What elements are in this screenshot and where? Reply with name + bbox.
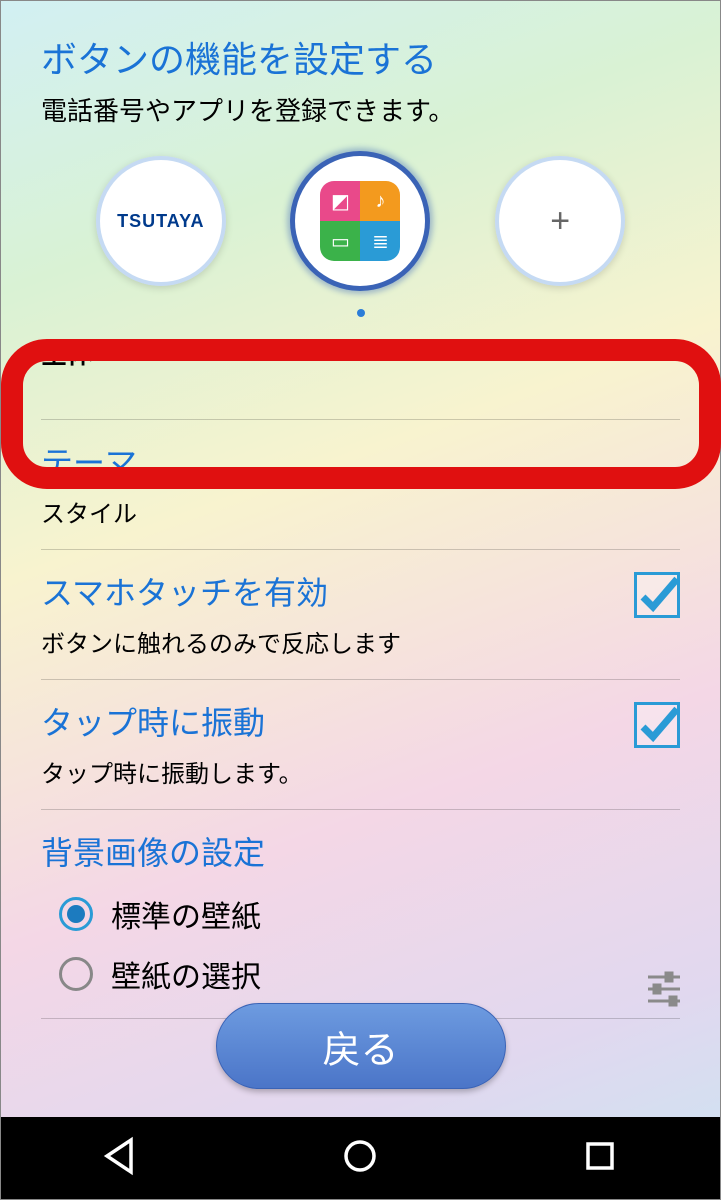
row-touch[interactable]: スマホタッチを有効 ボタンに触れるのみで反応します xyxy=(41,549,680,679)
row-vibrate[interactable]: タップ時に振動 タップ時に振動します。 xyxy=(41,679,680,809)
page-indicator xyxy=(41,304,680,322)
row-vibrate-subtitle: タップ時に振動します。 xyxy=(41,754,680,789)
page-title: ボタンの機能を設定する xyxy=(41,31,680,83)
row-touch-title: スマホタッチを有効 xyxy=(41,568,680,614)
checkbox-vibrate[interactable] xyxy=(634,702,680,748)
check-icon xyxy=(637,705,677,745)
row-vibrate-title: タップ時に振動 xyxy=(41,698,680,744)
row-theme-title: テーマ xyxy=(41,438,680,484)
settings-list: テーマ スタイル スマホタッチを有効 ボタンに触れるのみで反応します タップ時に… xyxy=(41,419,680,1019)
tile-doc-icon: ≣ xyxy=(360,221,400,261)
row-background-title: 背景画像の設定 xyxy=(41,828,680,874)
back-button[interactable]: 戻る xyxy=(216,1003,506,1089)
sliders-icon[interactable] xyxy=(642,965,686,1014)
checkbox-touch[interactable] xyxy=(634,572,680,618)
app-tiles-icon: ◩ ♪ ▭ ≣ xyxy=(320,181,400,261)
row-theme[interactable]: テーマ スタイル xyxy=(41,419,680,549)
radio-option-select-label: 壁紙の選択 xyxy=(111,952,261,996)
radio-option-default[interactable]: 標準の壁紙 xyxy=(41,884,680,944)
nav-recent-icon[interactable] xyxy=(578,1134,622,1183)
row-theme-subtitle: スタイル xyxy=(41,494,680,529)
shortcut-slot-3-add[interactable]: + xyxy=(495,156,625,286)
radio-checked-icon xyxy=(59,897,93,931)
nav-back-icon[interactable] xyxy=(99,1134,143,1183)
section-label: 全体 xyxy=(41,334,680,371)
nav-home-icon[interactable] xyxy=(338,1134,382,1183)
radio-unchecked-icon xyxy=(59,957,93,991)
row-touch-subtitle: ボタンに触れるのみで反応します xyxy=(41,624,680,659)
shortcut-row: TSUTAYA ◩ ♪ ▭ ≣ + xyxy=(41,156,680,286)
tile-folder-icon: ▭ xyxy=(320,221,360,261)
page-subtitle: 電話番号やアプリを登録できます。 xyxy=(41,91,680,128)
shortcut-slot-2[interactable]: ◩ ♪ ▭ ≣ xyxy=(295,156,425,286)
settings-screen: ボタンの機能を設定する 電話番号やアプリを登録できます。 TSUTAYA ◩ ♪… xyxy=(0,0,721,1200)
tile-music-icon: ♪ xyxy=(360,181,400,221)
plus-icon: + xyxy=(550,202,570,241)
shortcut-slot-1[interactable]: TSUTAYA xyxy=(96,156,226,286)
background-radio-group: 標準の壁紙 壁紙の選択 xyxy=(41,884,680,1004)
tile-photo-icon: ◩ xyxy=(320,181,360,221)
shortcut-1-label: TSUTAYA xyxy=(117,211,204,232)
content-area: ボタンの機能を設定する 電話番号やアプリを登録できます。 TSUTAYA ◩ ♪… xyxy=(1,1,720,1019)
radio-option-select[interactable]: 壁紙の選択 xyxy=(41,944,680,1004)
check-icon xyxy=(637,575,677,615)
radio-option-default-label: 標準の壁紙 xyxy=(111,892,261,936)
android-navbar xyxy=(1,1117,720,1199)
row-background: 背景画像の設定 標準の壁紙 壁紙の選択 xyxy=(41,809,680,1019)
back-button-label: 戻る xyxy=(322,1019,398,1074)
indicator-dot xyxy=(357,309,365,317)
